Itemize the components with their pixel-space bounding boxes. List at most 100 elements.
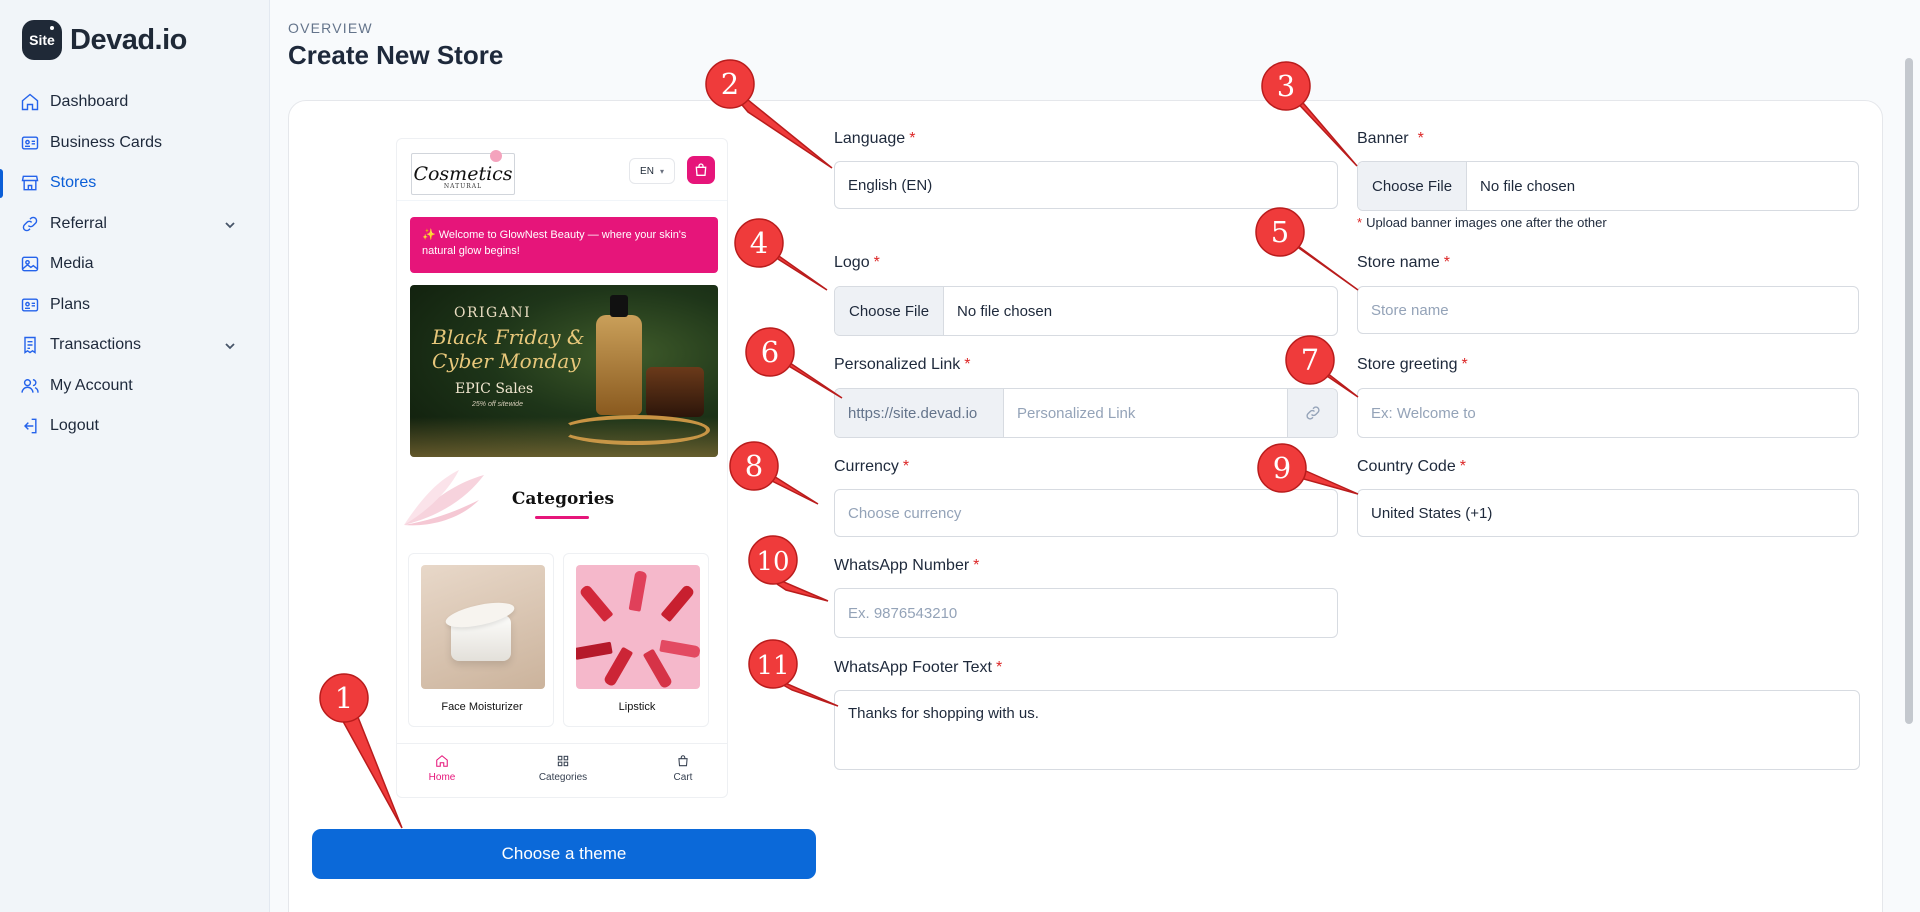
- required-mark: *: [1417, 130, 1424, 147]
- preview-categories-underline: [535, 516, 589, 519]
- whatsapp-number-input[interactable]: Ex. 9876543210: [834, 588, 1338, 638]
- sidebar-item-label: Logout: [50, 417, 99, 435]
- store-name-input[interactable]: Store name: [1357, 286, 1859, 334]
- preview-product-name: Lipstick: [618, 701, 656, 713]
- lipstick-graphic: [576, 641, 613, 661]
- store-greeting-input[interactable]: Ex: Welcome to: [1357, 388, 1859, 438]
- lipstick-image: [576, 565, 700, 689]
- lipstick-graphic: [578, 583, 614, 623]
- preview-logo: Cosmetics NATURAL: [411, 150, 515, 195]
- preview-bottom-nav: Home Categories Cart: [397, 743, 727, 797]
- sidebar-item-logout[interactable]: Logout: [0, 406, 270, 447]
- required-mark: *: [1357, 215, 1363, 230]
- preview-categories-title: Categories: [511, 489, 615, 509]
- id-card-icon: [20, 295, 40, 315]
- whatsapp-number-label: WhatsApp Number *: [834, 557, 979, 575]
- required-mark: *: [1443, 254, 1450, 271]
- banner-sale-text: EPIC Sales: [455, 381, 534, 397]
- page-scrollbar[interactable]: [1905, 58, 1913, 724]
- sidebar-item-stores[interactable]: Stores: [0, 163, 270, 204]
- country-code-select[interactable]: United States (+1): [1357, 489, 1859, 537]
- sidebar-item-transactions[interactable]: Transactions: [0, 325, 270, 366]
- banner-headline: Black Friday & Cyber Monday: [432, 325, 585, 373]
- banner-choose-file-button[interactable]: Choose File: [1358, 162, 1468, 210]
- currency-label-text: Currency: [834, 458, 899, 475]
- users-icon: [20, 376, 40, 396]
- sidebar-item-plans[interactable]: Plans: [0, 285, 270, 326]
- whatsapp-footer-textarea[interactable]: Thanks for shopping with us.: [834, 690, 1860, 770]
- logo-label-text: Logo: [834, 254, 870, 271]
- serum-bottle-graphic: [596, 315, 642, 415]
- preview-nav-label: Home: [428, 772, 456, 783]
- preview-nav-home: Home: [402, 754, 482, 783]
- choose-theme-button[interactable]: Choose a theme: [312, 829, 816, 879]
- logo-file-input[interactable]: Choose File No file chosen: [834, 286, 1338, 336]
- sidebar-item-label: Dashboard: [50, 93, 129, 111]
- sidebar-item-label: Referral: [50, 214, 107, 232]
- required-mark: *: [1461, 356, 1468, 373]
- store-greeting-label-text: Store greeting: [1357, 356, 1458, 373]
- required-mark: *: [973, 557, 980, 574]
- banner-label-text: Banner: [1357, 130, 1409, 147]
- sidebar-item-media[interactable]: Media: [0, 244, 270, 285]
- store-greeting-label: Store greeting *: [1357, 356, 1468, 374]
- sidebar-item-referral[interactable]: Referral: [0, 204, 270, 245]
- language-select[interactable]: English (EN): [834, 161, 1338, 209]
- logo-label: Logo *: [834, 254, 880, 272]
- banner-hint: * Upload banner images one after the othe…: [1357, 215, 1607, 230]
- sidebar-item-label: Media: [50, 255, 94, 273]
- glow-graphic: [410, 417, 718, 457]
- face-moisturizer-image: [421, 565, 545, 689]
- personalized-link-prefix: https://site.devad.io: [835, 389, 1004, 437]
- required-mark: *: [909, 130, 916, 147]
- personalized-link-label-text: Personalized Link: [834, 356, 961, 373]
- lipstick-graphic: [659, 639, 700, 659]
- required-mark: *: [996, 659, 1003, 676]
- banner-file-status: No file chosen: [1480, 177, 1576, 195]
- brand-name: Devad.io: [70, 23, 187, 56]
- preview-nav-cart: Cart: [643, 754, 723, 783]
- home-icon: [436, 755, 448, 767]
- cream-jar-graphic: [646, 367, 704, 417]
- personalized-link-input[interactable]: Personalized Link: [1004, 389, 1287, 437]
- whatsapp-footer-label-text: WhatsApp Footer Text: [834, 659, 992, 676]
- banner-file-input[interactable]: Choose File No file chosen: [1357, 161, 1859, 211]
- lipstick-graphic: [642, 648, 674, 689]
- logo-file-status: No file chosen: [957, 302, 1053, 320]
- sidebar-item-label: Business Cards: [50, 133, 163, 151]
- bottle-cap-graphic: [610, 295, 628, 317]
- language-label-text: Language: [834, 130, 906, 147]
- shopping-bag-icon: [678, 755, 688, 767]
- brand-logo[interactable]: Site Devad.io: [22, 20, 187, 60]
- sidebar-item-business-cards[interactable]: Business Cards: [0, 123, 270, 164]
- chevron-down-icon[interactable]: [224, 218, 236, 230]
- shopping-bag-icon: [695, 163, 707, 176]
- required-mark: *: [1459, 458, 1466, 475]
- chevron-down-icon[interactable]: [224, 339, 236, 351]
- lipstick-graphic: [660, 583, 696, 623]
- store-name-label: Store name *: [1357, 254, 1450, 272]
- personalized-link-group: https://site.devad.io Personalized Link: [834, 388, 1338, 438]
- link-icon[interactable]: [1287, 389, 1337, 437]
- sidebar-nav: Dashboard Business Cards Stores Referral…: [0, 82, 270, 447]
- preview-header: Cosmetics NATURAL EN ▾: [397, 139, 727, 201]
- currency-select[interactable]: Choose currency: [834, 489, 1338, 537]
- banner-brand-text: ORIGANI: [454, 305, 532, 321]
- store-theme-preview: Cosmetics NATURAL EN ▾ ✨ Welcome to GlowN…: [396, 138, 728, 798]
- preview-product-card: Lipstick: [563, 553, 709, 727]
- logo-choose-file-button[interactable]: Choose File: [835, 287, 945, 335]
- banner-label: Banner *: [1357, 130, 1424, 148]
- preview-language-value: EN: [640, 165, 654, 177]
- preview-cart-button: [687, 156, 715, 184]
- required-mark: *: [902, 458, 910, 475]
- banner-discount-text: 25% off sitewide: [472, 401, 523, 408]
- chevron-down-icon: ▾: [659, 166, 664, 176]
- sidebar-item-label: Stores: [50, 174, 97, 192]
- receipt-icon: [20, 335, 40, 355]
- sidebar-item-label: Plans: [50, 295, 91, 313]
- sidebar-item-dashboard[interactable]: Dashboard: [0, 82, 270, 123]
- id-card-icon: [20, 133, 40, 153]
- required-mark: *: [873, 254, 880, 271]
- sidebar-item-my-account[interactable]: My Account: [0, 366, 270, 407]
- banner-hint-text: Upload banner images one after the other: [1366, 215, 1607, 230]
